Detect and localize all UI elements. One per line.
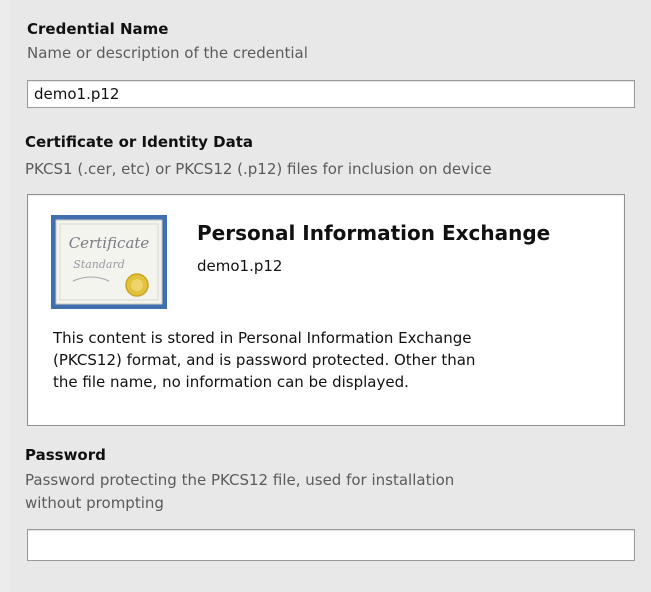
certificate-description: This content is stored in Personal Infor… <box>53 327 613 393</box>
certificate-type-title: Personal Information Exchange <box>197 221 551 245</box>
password-input[interactable] <box>27 529 635 561</box>
certificate-icon-script-2: Standard <box>73 258 125 271</box>
certificate-drop-box[interactable]: Certificate Standard Personal Informatio… <box>27 194 625 426</box>
password-subtitle-line: Password protecting the PKCS12 file, use… <box>25 471 455 489</box>
certificate-description-line: the file name, no information can be dis… <box>53 373 409 391</box>
credential-name-title: Credential Name <box>27 20 169 38</box>
credential-name-input[interactable] <box>27 80 635 108</box>
credential-name-subtitle: Name or description of the credential <box>27 44 308 62</box>
certificate-icon: Certificate Standard <box>51 215 167 309</box>
certificate-icon-script: Certificate <box>69 234 150 252</box>
certificate-description-line: (PKCS12) format, and is password protect… <box>53 351 476 369</box>
certificate-subtitle: PKCS1 (.cer, etc) or PKCS12 (.p12) files… <box>25 160 492 178</box>
certificate-description-line: This content is stored in Personal Infor… <box>53 329 472 347</box>
certificate-title: Certificate or Identity Data <box>25 133 254 151</box>
certificate-filename: demo1.p12 <box>197 257 283 275</box>
password-title: Password <box>25 446 106 464</box>
password-subtitle-line: without prompting <box>25 494 164 512</box>
